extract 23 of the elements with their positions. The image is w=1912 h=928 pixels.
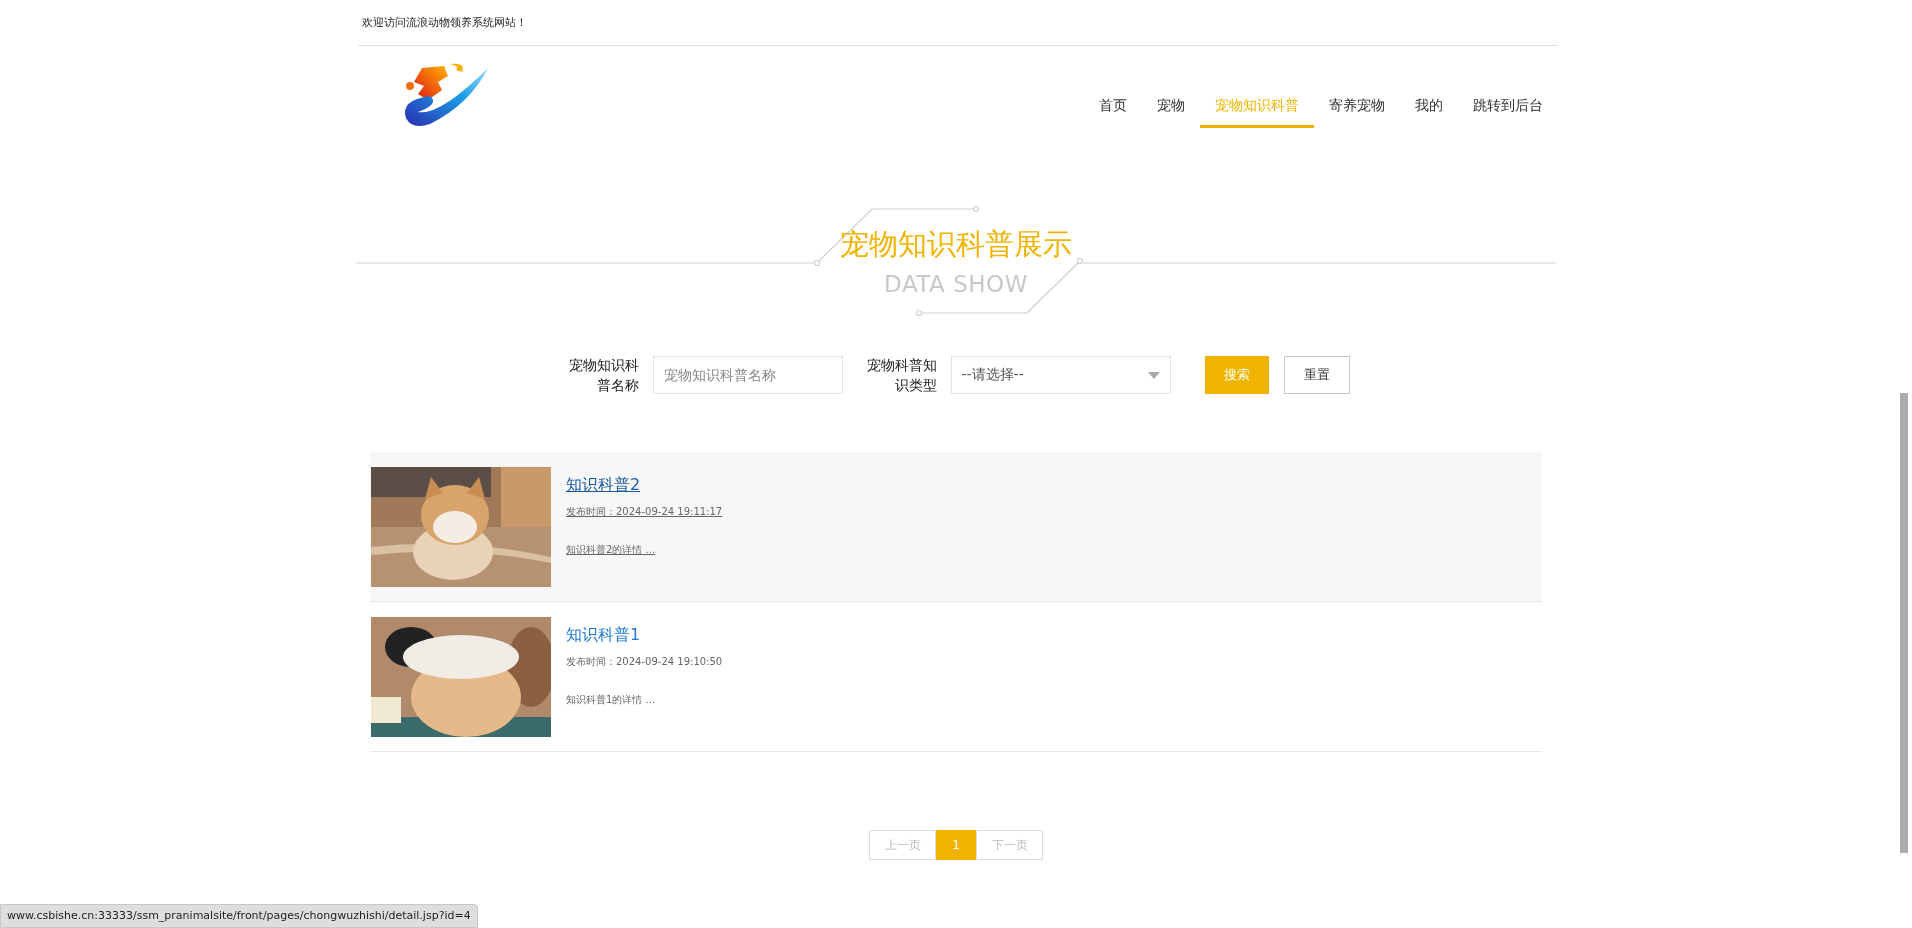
type-dropdown[interactable]: --请选择-- (950, 356, 1171, 394)
caret-icon (1147, 371, 1160, 379)
field-label: 宠物科普知识类型 (865, 356, 937, 395)
welcome-text: 欢迎访问流浪动物领养系统网站！ (362, 15, 527, 30)
nav-link[interactable]: 跳转到后台 (1458, 82, 1558, 128)
article-card[interactable]: 知识科普1 发布时间：2024-09-24 19:10:50 知识科普1的详情 ... (370, 602, 1542, 752)
nav-link[interactable]: 我的 (1400, 82, 1458, 128)
field-label: 宠物知识科普名称 (567, 356, 639, 395)
nav-link[interactable]: 寄养宠物 (1314, 82, 1400, 128)
nav-link[interactable]: 宠物 (1142, 82, 1200, 128)
status-bar-url: www.csbishe.cn:33333/ssm_pranimalsite/front/pages/chongwuzhishi/detail.jsp?id=4 (0, 904, 478, 928)
article-summary: 知识科普1的详情 ... (566, 693, 657, 707)
article-title-link[interactable]: 知识科普2 (566, 475, 723, 495)
nav-link[interactable]: 首页 (1084, 82, 1142, 128)
publish-time: 发布时间：2024-09-24 19:10:50 (566, 655, 723, 669)
reset-button[interactable]: 重置 (1283, 356, 1350, 394)
article-summary: 知识科普2的详情 ... (566, 543, 657, 557)
scrollbar-thumb[interactable] (1900, 393, 1908, 853)
article-card[interactable]: 知识科普2 发布时间：2024-09-24 19:11:17 知识科普2的详情 ... (370, 452, 1542, 602)
article-title-link[interactable]: 知识科普1 (566, 625, 723, 645)
name-search-field[interactable]: 宠物知识科普名称 (652, 356, 843, 394)
section-title: 宠物知识科普展示 (840, 226, 1072, 262)
publish-time: 发布时间：2024-09-24 19:11:17 (566, 505, 723, 519)
